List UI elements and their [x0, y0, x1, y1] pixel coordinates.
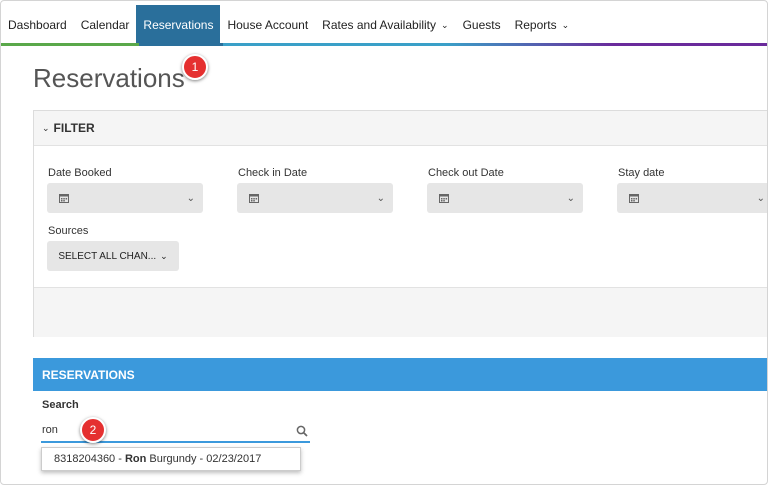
- nav-item-guests[interactable]: Guests: [456, 5, 508, 45]
- check-in-label: Check in Date: [238, 167, 308, 179]
- date-booked-select[interactable]: ⌄: [47, 183, 203, 213]
- step-callout-1: 1: [182, 54, 208, 80]
- filter-toggle[interactable]: ⌄ FILTER: [34, 111, 767, 146]
- nav-item-reports[interactable]: Reports ⌄: [508, 5, 577, 45]
- step-callout-2: 2: [80, 417, 106, 443]
- chevron-down-icon: ⌄: [376, 192, 385, 204]
- stay-date-label: Stay date: [618, 167, 665, 179]
- filter-footer: [34, 287, 767, 337]
- nav-item-rates-availability[interactable]: Rates and Availability ⌄: [315, 5, 455, 45]
- filter-panel: ⌄ FILTER Date Booked ⌄ Check in Date ⌄ C…: [33, 110, 767, 337]
- sources-button-label: SELECT ALL CHAN...: [58, 250, 157, 262]
- app-window: Dashboard Calendar Reservations House Ac…: [0, 0, 768, 485]
- nav-item-dashboard[interactable]: Dashboard: [1, 5, 74, 45]
- nav-label: Reservations: [143, 18, 214, 32]
- page-title: Reservations: [33, 63, 185, 93]
- calendar-icon: [439, 194, 449, 203]
- search-suggestion-item[interactable]: 8318204360 - Ron Burgundy - 02/23/2017: [41, 447, 301, 471]
- chevron-down-icon: ⌄: [42, 122, 50, 133]
- sources-label: Sources: [48, 225, 89, 237]
- chevron-down-icon: ⌄: [441, 19, 449, 30]
- stay-date-select[interactable]: ⌄: [617, 183, 767, 213]
- check-out-select[interactable]: ⌄: [427, 183, 583, 213]
- calendar-icon: [629, 194, 639, 203]
- nav-label: Calendar: [80, 18, 130, 32]
- nav-label: Rates and Availability: [322, 18, 437, 32]
- nav-label: Guests: [462, 18, 501, 32]
- check-in-select[interactable]: ⌄: [237, 183, 393, 213]
- search-icon[interactable]: [296, 425, 308, 437]
- calendar-icon: [249, 194, 259, 203]
- check-out-label: Check out Date: [428, 167, 504, 179]
- nav-item-house-account[interactable]: House Account: [220, 5, 315, 45]
- search-input-value: ron: [42, 424, 58, 436]
- suggestion-highlight: Ron: [124, 453, 147, 465]
- sources-select-button[interactable]: SELECT ALL CHAN... ⌄: [47, 241, 179, 271]
- search-label: Search: [42, 399, 79, 411]
- chevron-down-icon: ⌄: [160, 250, 168, 261]
- top-nav: Dashboard Calendar Reservations House Ac…: [1, 5, 767, 45]
- suggestion-id: 8318204360: [54, 453, 116, 465]
- date-booked-label: Date Booked: [48, 167, 112, 179]
- nav-label: House Account: [227, 18, 309, 32]
- nav-item-reservations[interactable]: Reservations: [136, 5, 221, 45]
- calendar-icon: [59, 194, 69, 203]
- chevron-down-icon: ⌄: [186, 192, 195, 204]
- nav-item-calendar[interactable]: Calendar: [74, 5, 137, 45]
- filter-title: FILTER: [53, 121, 95, 135]
- chevron-down-icon: ⌄: [756, 192, 765, 204]
- reservations-header: RESERVATIONS: [33, 358, 767, 391]
- chevron-down-icon: ⌄: [561, 19, 570, 30]
- nav-underline: [1, 43, 767, 46]
- suggestion-rest: Burgundy - 02/23/2017: [146, 453, 262, 465]
- chevron-down-icon: ⌄: [566, 192, 575, 204]
- nav-label: Dashboard: [8, 18, 67, 32]
- suggestion-separator: -: [115, 453, 125, 465]
- nav-label: Reports: [514, 18, 557, 32]
